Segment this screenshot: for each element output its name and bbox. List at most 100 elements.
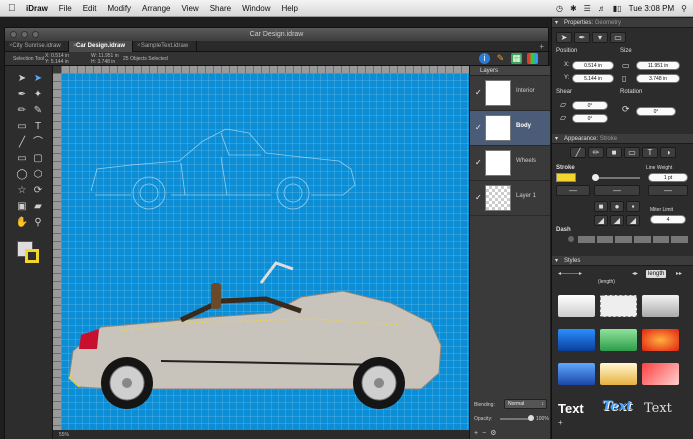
vertical-ruler[interactable] bbox=[53, 73, 61, 430]
tag-inspector-icon[interactable]: ▾ bbox=[592, 32, 608, 43]
rectangle-tool-icon[interactable]: ▭ bbox=[15, 152, 29, 166]
eraser-tool-icon[interactable]: ▭ bbox=[15, 120, 29, 134]
layer-row-wheels[interactable]: ✓ Wheels bbox=[470, 146, 550, 181]
layer-row-layer-1[interactable]: ✓ Layer 1 bbox=[470, 181, 550, 216]
clock[interactable]: Tue 3:08 PM bbox=[629, 4, 675, 13]
pen-tool-icon[interactable]: ✒ bbox=[15, 88, 29, 102]
layer-row-body[interactable]: ✓ Body bbox=[470, 111, 550, 146]
node-tool-icon[interactable]: ✦ bbox=[31, 88, 45, 102]
minimize-window-button[interactable] bbox=[21, 31, 28, 38]
brush-tool-icon[interactable]: ✏ bbox=[15, 104, 29, 118]
style-swatch-white[interactable] bbox=[558, 295, 595, 317]
cap-square-button[interactable]: ▪ bbox=[626, 201, 640, 212]
pencil-tool-icon[interactable]: ✎ bbox=[31, 104, 45, 118]
close-tab-icon[interactable]: × bbox=[137, 41, 141, 52]
text-style-plain[interactable]: Text bbox=[558, 401, 584, 416]
miter-limit-field[interactable]: 4 bbox=[650, 215, 686, 224]
menu-modify[interactable]: Modify bbox=[107, 4, 131, 13]
tab-city-sunrise[interactable]: × City Sunrise.idraw bbox=[5, 41, 69, 52]
line-tool-icon[interactable]: ╱ bbox=[15, 136, 29, 150]
style-swatch-orange[interactable] bbox=[642, 329, 679, 351]
zoom-tool-icon[interactable]: ⚲ bbox=[31, 216, 45, 230]
selection-inspector-icon[interactable]: ➤ bbox=[556, 32, 572, 43]
line-style-select[interactable]: — bbox=[594, 185, 640, 196]
polygon-tool-icon[interactable]: ⬡ bbox=[31, 168, 45, 182]
menu-edit[interactable]: Edit bbox=[83, 4, 97, 13]
length-style-box[interactable]: length bbox=[646, 270, 667, 278]
join-bevel-button[interactable]: ◢ bbox=[626, 215, 640, 226]
new-tab-icon[interactable]: + bbox=[539, 41, 544, 52]
line-weight-field[interactable]: 1 pt bbox=[648, 173, 688, 182]
start-arrow-select[interactable]: — bbox=[556, 185, 590, 196]
hand-tool-icon[interactable]: ✋ bbox=[15, 216, 29, 230]
end-arrow-select[interactable]: — bbox=[648, 185, 688, 196]
zoom-window-button[interactable] bbox=[32, 31, 39, 38]
menu-arrange[interactable]: Arrange bbox=[142, 4, 170, 13]
shear-horizontal-field[interactable]: 0° bbox=[572, 101, 608, 110]
text-style-blue[interactable]: Text bbox=[602, 399, 632, 414]
text-style-serif[interactable]: Text bbox=[644, 401, 672, 416]
pen-inspector-icon[interactable]: ✒ bbox=[574, 32, 590, 43]
layer-options-icon[interactable]: ⚙ bbox=[490, 430, 500, 437]
cap-butt-button[interactable]: ■ bbox=[594, 201, 608, 212]
dash-field[interactable] bbox=[615, 236, 633, 243]
style-swatch-green[interactable] bbox=[600, 329, 637, 351]
ellipse-tool-icon[interactable]: ◯ bbox=[15, 168, 29, 182]
menu-file[interactable]: File bbox=[59, 4, 72, 13]
menu-view[interactable]: View bbox=[182, 4, 199, 13]
menu-share[interactable]: Share bbox=[210, 4, 231, 13]
layer-visibility-check-icon[interactable]: ✓ bbox=[475, 158, 482, 167]
x-field[interactable]: 0.514 in bbox=[572, 61, 614, 70]
style-swatch-red[interactable] bbox=[642, 363, 679, 385]
star-tool-icon[interactable]: ☆ bbox=[15, 184, 29, 198]
style-swatch-light-blue[interactable] bbox=[558, 363, 595, 385]
volume-icon[interactable]: ♬ bbox=[598, 4, 606, 13]
direct-selection-tool-icon[interactable]: ➤ bbox=[31, 72, 45, 86]
grid-icon[interactable]: ▦ bbox=[511, 53, 522, 64]
layer-row-interior[interactable]: ✓ Interior bbox=[470, 76, 550, 111]
shear-vertical-field[interactable]: 0° bbox=[572, 114, 608, 123]
image-tool-icon[interactable]: ▣ bbox=[15, 200, 29, 214]
opacity-slider-knob[interactable] bbox=[528, 415, 534, 421]
drawing-canvas[interactable] bbox=[61, 73, 469, 430]
stroke-opacity-slider[interactable] bbox=[594, 177, 640, 179]
dash-toggle[interactable] bbox=[568, 236, 574, 242]
apple-icon[interactable]:  bbox=[8, 0, 18, 17]
menu-app[interactable]: iDraw bbox=[26, 4, 48, 13]
height-field[interactable]: 3.748 in bbox=[636, 74, 680, 83]
zoom-level[interactable]: 55% bbox=[59, 432, 69, 438]
styles-header[interactable]: ▾ Styles bbox=[552, 256, 693, 266]
spotlight-search-icon[interactable]: ⚲ bbox=[681, 4, 687, 13]
rounded-rect-tool-icon[interactable]: ▢ bbox=[31, 152, 45, 166]
gap-field[interactable] bbox=[671, 236, 689, 243]
layer-visibility-check-icon[interactable]: ✓ bbox=[475, 193, 482, 202]
time-machine-icon[interactable]: ◷ bbox=[556, 4, 563, 13]
style-swatch-cream[interactable] bbox=[600, 363, 637, 385]
text-style-icon[interactable]: T bbox=[642, 147, 658, 158]
appearance-header[interactable]: ▾ Appearance: Stroke bbox=[552, 134, 693, 144]
remove-layer-icon[interactable]: − bbox=[482, 430, 490, 437]
text-tool-icon[interactable]: T bbox=[31, 120, 45, 134]
stroke-style-icon[interactable]: ╱ bbox=[570, 147, 586, 158]
add-layer-icon[interactable]: + bbox=[474, 430, 482, 437]
join-miter-button[interactable]: ◢ bbox=[594, 215, 608, 226]
spiral-tool-icon[interactable]: ⟳ bbox=[31, 184, 45, 198]
wifi-icon[interactable]: ☰ bbox=[584, 4, 591, 13]
cap-round-button[interactable]: ● bbox=[610, 201, 624, 212]
menu-help[interactable]: Help bbox=[282, 4, 298, 13]
tab-sample-text[interactable]: × SampleText.idraw bbox=[133, 41, 197, 52]
selection-tool-icon[interactable]: ➤ bbox=[15, 72, 29, 86]
shape-inspector-icon[interactable]: ▭ bbox=[610, 32, 626, 43]
dash-field[interactable] bbox=[578, 236, 595, 243]
layer-visibility-check-icon[interactable]: ✓ bbox=[475, 123, 482, 132]
gap-field[interactable] bbox=[634, 236, 651, 243]
color-swatches-icon[interactable] bbox=[527, 53, 538, 64]
dimension-end-icon[interactable]: ▸▸ bbox=[676, 269, 682, 279]
eraser-style-icon[interactable]: ▭ bbox=[624, 147, 640, 158]
menu-window[interactable]: Window bbox=[242, 4, 270, 13]
battery-icon[interactable]: ▮▯ bbox=[613, 4, 622, 13]
disclosure-triangle-icon[interactable]: ▾ bbox=[555, 256, 558, 266]
shape-tool-icon[interactable]: ▰ bbox=[31, 200, 45, 214]
add-style-icon[interactable]: + bbox=[558, 418, 563, 427]
stroke-color-well[interactable] bbox=[25, 249, 39, 263]
